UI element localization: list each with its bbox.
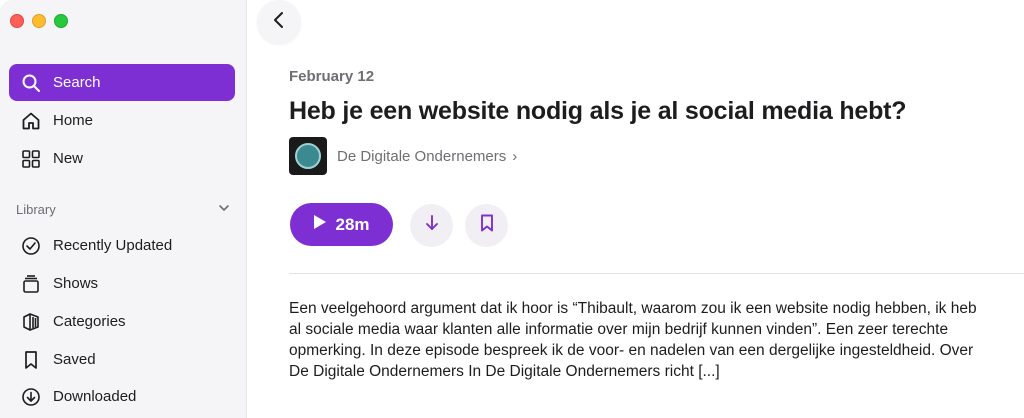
grid-icon <box>19 147 43 171</box>
sidebar-item-label: Downloaded <box>53 388 137 405</box>
check-circle-icon <box>19 234 43 258</box>
sidebar-item-label: Categories <box>53 313 126 330</box>
sidebar-item-shows[interactable]: Shows <box>9 265 235 302</box>
download-circle-icon <box>19 385 43 409</box>
close-window-button[interactable] <box>10 14 24 28</box>
window-controls <box>10 14 68 28</box>
home-icon <box>19 109 43 133</box>
sidebar-item-downloaded[interactable]: Downloaded <box>9 378 235 415</box>
chevron-down-icon <box>218 202 230 217</box>
bookmark-icon <box>19 348 43 372</box>
sidebar: Search Home New Library Recently Updated… <box>0 0 247 418</box>
sidebar-item-search[interactable]: Search <box>9 64 235 101</box>
bookmark-icon <box>479 214 495 237</box>
sidebar-item-label: Home <box>53 112 94 129</box>
chevron-left-icon <box>272 10 286 35</box>
back-button[interactable] <box>257 0 301 44</box>
zoom-window-button[interactable] <box>54 14 68 28</box>
play-icon <box>313 214 327 235</box>
episode-title: Heb je een website nodig als je al socia… <box>289 97 907 125</box>
show-artwork <box>289 137 327 175</box>
sidebar-item-categories[interactable]: Categories <box>9 303 235 340</box>
download-arrow-icon <box>423 214 441 237</box>
sidebar-item-saved[interactable]: Saved <box>9 341 235 378</box>
save-button[interactable] <box>465 204 508 247</box>
library-header-label: Library <box>16 201 56 217</box>
play-button[interactable]: 28m <box>290 203 393 246</box>
divider <box>289 273 1024 274</box>
play-duration: 28m <box>335 214 370 234</box>
sidebar-item-new[interactable]: New <box>9 140 235 177</box>
sidebar-item-home[interactable]: Home <box>9 102 235 139</box>
episode-description: Een veelgehoord argument dat ik hoor is … <box>289 300 977 380</box>
show-name: De Digitale Ondernemers <box>337 147 507 165</box>
show-link[interactable]: De Digitale Ondernemers › <box>289 137 517 175</box>
sidebar-item-label: Saved <box>53 351 96 368</box>
minimize-window-button[interactable] <box>32 14 46 28</box>
chevron-right-icon: › <box>512 147 518 165</box>
download-button[interactable] <box>410 204 453 247</box>
categories-icon <box>19 310 43 334</box>
sidebar-item-label: Recently Updated <box>53 237 173 254</box>
sidebar-item-label: Search <box>53 74 101 91</box>
sidebar-item-recently-updated[interactable]: Recently Updated <box>9 227 235 264</box>
library-section-header[interactable]: Library <box>16 199 230 219</box>
episode-date: February 12 <box>289 68 375 85</box>
sidebar-item-label: Shows <box>53 275 99 292</box>
shows-stack-icon <box>19 272 43 296</box>
search-icon <box>19 71 43 95</box>
sidebar-item-label: New <box>53 150 84 167</box>
